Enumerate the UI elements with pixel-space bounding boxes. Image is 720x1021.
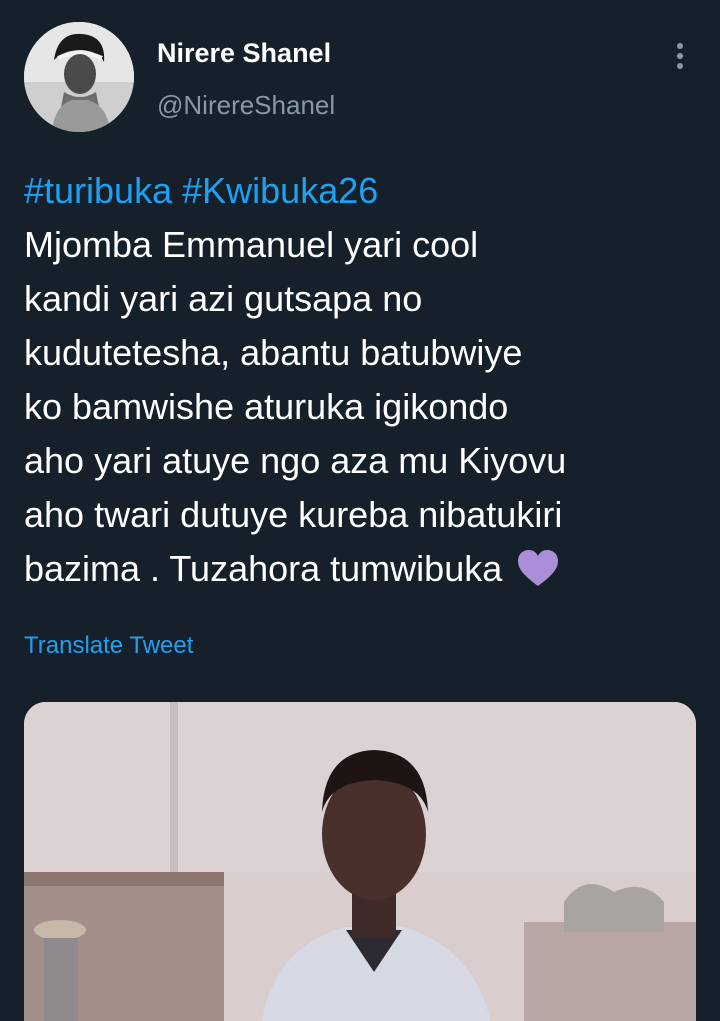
hashtag-link[interactable]: #Kwibuka26 xyxy=(182,170,378,211)
tweet-text-line: kudutetesha, abantu batubwiye xyxy=(24,332,523,373)
more-vertical-icon xyxy=(677,43,683,69)
tweet-text-last-line: bazima . Tuzahora tumwibuka xyxy=(24,542,704,596)
translate-tweet-link[interactable]: Translate Tweet xyxy=(24,632,193,660)
tweet-text: #turibuka #Kwibuka26 Mjomba Emmanuel yar… xyxy=(24,164,704,596)
tweet-text-line: aho twari dutuye kureba nibatukiri xyxy=(24,494,563,535)
purple-heart-icon xyxy=(516,548,560,588)
avatar[interactable] xyxy=(24,22,134,132)
display-name[interactable]: Nirere Shanel xyxy=(157,38,331,69)
hashtag-link[interactable]: #turibuka xyxy=(24,170,172,211)
tweet-text-line: kandi yari azi gutsapa no xyxy=(24,278,423,319)
tweet-screen: Nirere Shanel @NirereShanel #turibuka #K… xyxy=(0,0,720,1021)
user-handle[interactable]: @NirereShanel xyxy=(157,90,335,121)
avatar-photo xyxy=(24,22,134,132)
tweet-text-line: aho yari atuye ngo aza mu Kiyovu xyxy=(24,440,567,481)
tweet-photo[interactable] xyxy=(24,702,696,1021)
more-options-button[interactable] xyxy=(664,38,696,78)
tweet-text-line: ko bamwishe aturuka igikondo xyxy=(24,386,509,427)
tweet-text-line: bazima . Tuzahora tumwibuka xyxy=(24,548,503,589)
photo-image xyxy=(24,702,696,1021)
hashtag-line: #turibuka #Kwibuka26 xyxy=(24,164,704,218)
tweet-text-line: Mjomba Emmanuel yari cool xyxy=(24,224,479,265)
